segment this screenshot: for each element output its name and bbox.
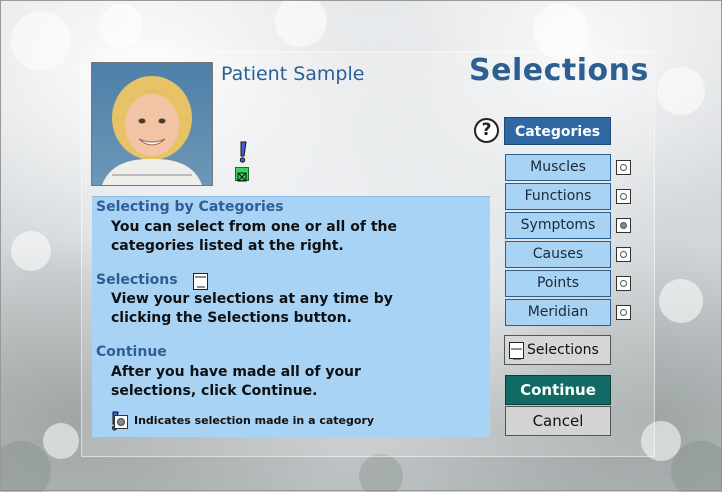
notepad-icon — [509, 342, 524, 360]
selections-button[interactable]: Selections — [504, 335, 611, 365]
selections-button-label: Selections — [527, 342, 599, 358]
category-meridian-indicator — [616, 305, 631, 320]
page-title: Selections — [469, 53, 649, 88]
category-causes-button[interactable]: Causes — [505, 241, 611, 268]
heading-selecting-by-categories: Selecting by Categories — [96, 199, 284, 215]
category-muscles-indicator — [616, 160, 631, 175]
heading-selections: Selections — [96, 272, 178, 288]
notepad-icon — [193, 273, 208, 290]
heading-continue: Continue — [96, 344, 167, 360]
category-meridian-button[interactable]: Meridian — [505, 299, 611, 326]
category-points-button[interactable]: Points — [505, 270, 611, 297]
cancel-button[interactable]: Cancel — [505, 406, 611, 436]
app-screen: Patient Sample Selections Selecting by C… — [0, 0, 722, 492]
body-selections: View your selections at any time by clic… — [111, 291, 393, 326]
category-muscles-button[interactable]: Muscles — [505, 154, 611, 181]
category-symptoms-indicator — [616, 218, 631, 233]
categories-header: Categories — [504, 117, 611, 145]
legend-text: Indicates selection made in a category — [134, 414, 375, 427]
patient-name: Patient Sample — [221, 63, 365, 85]
category-causes-indicator — [616, 247, 631, 262]
body-continue: After you have made all of your selectio… — [111, 364, 361, 399]
instructions-box: Selecting by Categories You can select f… — [92, 196, 490, 437]
category-functions-indicator — [616, 189, 631, 204]
patient-photo — [91, 62, 213, 186]
continue-button[interactable]: Continue — [505, 375, 611, 405]
category-points-indicator — [616, 276, 631, 291]
body-selecting-by-categories: You can select from one or all of the ca… — [111, 219, 397, 254]
selected-radio-icon — [114, 415, 128, 429]
exclamation-icon — [239, 141, 247, 163]
category-symptoms-button[interactable]: Symptoms — [505, 212, 611, 239]
help-icon[interactable]: ? — [474, 118, 499, 143]
checkbox-icon — [235, 167, 249, 182]
category-functions-button[interactable]: Functions — [505, 183, 611, 210]
